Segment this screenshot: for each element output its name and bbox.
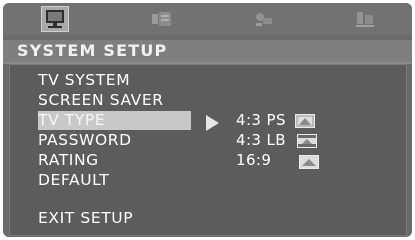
menu-item-default[interactable]: DEFAULT xyxy=(38,171,109,190)
tab-preference[interactable] xyxy=(352,7,378,31)
submenu-arrow-icon xyxy=(206,115,219,131)
submenu-option-4-3-lb[interactable]: 4:3 LB xyxy=(236,131,286,150)
tab-audio[interactable] xyxy=(149,7,175,31)
submenu-option-16-9[interactable]: 16:9 xyxy=(236,151,271,170)
page-title: SYSTEM SETUP xyxy=(17,41,168,60)
setup-screen: SYSTEM SETUP TV SYSTEM SCREEN SAVER TV T… xyxy=(3,3,412,237)
tab-system-monitor-icon[interactable] xyxy=(41,6,69,32)
pan-scan-icon xyxy=(295,114,315,128)
menu-item-password[interactable]: PASSWORD xyxy=(38,131,132,150)
tab-video[interactable] xyxy=(250,7,276,31)
submenu-option-4-3-ps[interactable]: 4:3 PS xyxy=(236,111,286,130)
audio-settings-icon xyxy=(152,12,171,26)
video-settings-icon xyxy=(256,13,272,26)
category-tab-bar xyxy=(3,3,412,35)
menu-item-tv-system[interactable]: TV SYSTEM xyxy=(38,71,130,90)
monitor-icon xyxy=(46,10,64,28)
preference-icon xyxy=(356,12,374,27)
letterbox-icon xyxy=(297,134,317,148)
widescreen-icon xyxy=(299,155,319,169)
menu-item-screen-saver[interactable]: SCREEN SAVER xyxy=(38,91,164,110)
menu-item-rating[interactable]: RATING xyxy=(38,151,99,170)
page-header: SYSTEM SETUP xyxy=(3,40,412,62)
exit-setup-button[interactable]: EXIT SETUP xyxy=(38,209,133,228)
menu-item-tv-type[interactable]: TV TYPE xyxy=(38,111,191,130)
